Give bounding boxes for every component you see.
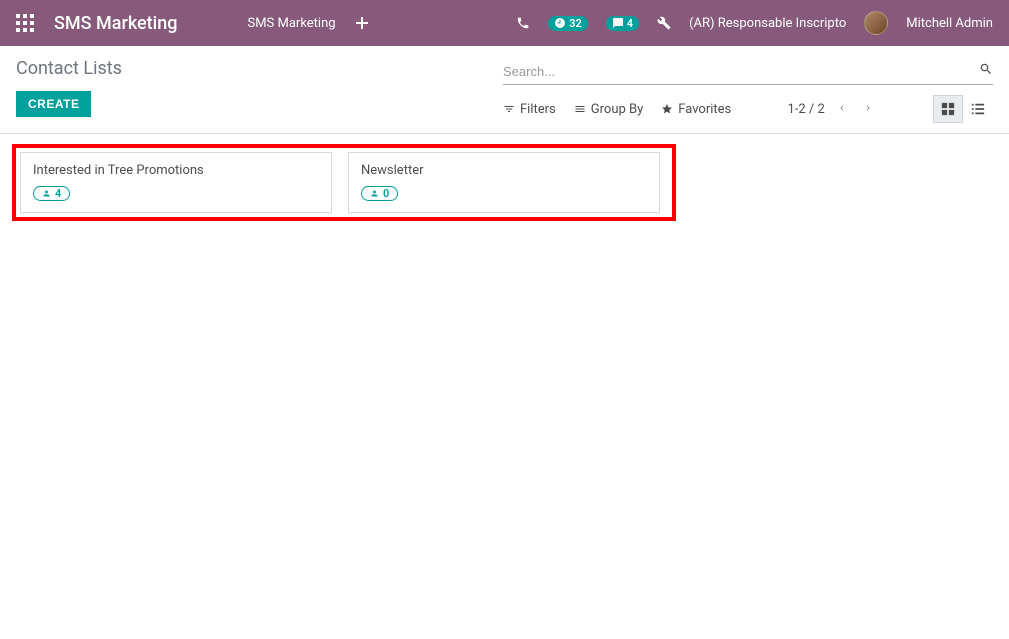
favorites-button[interactable]: Favorites [661,102,731,117]
filters-button[interactable]: Filters [503,102,556,117]
page-title: Contact Lists [16,58,122,79]
user-menu[interactable]: Mitchell Admin [906,16,993,31]
card-title: Interested in Tree Promotions [33,163,319,178]
company-selector[interactable]: (AR) Responsable Inscripto [689,16,846,31]
messages-badge[interactable]: 4 [606,16,639,31]
search-bar[interactable] [503,58,993,85]
contact-list-card[interactable]: Interested in Tree Promotions 4 [20,152,332,213]
contact-list-card[interactable]: Newsletter 0 [348,152,660,213]
card-title: Newsletter [361,163,647,178]
control-panel: Contact Lists CREATE Filters Group By [0,46,1009,134]
app-title[interactable]: SMS Marketing [54,13,177,34]
groupby-button[interactable]: Group By [574,102,644,117]
list-view-button[interactable] [963,95,993,123]
debug-icon[interactable] [657,16,671,30]
favorites-label: Favorites [678,102,731,117]
phone-icon[interactable] [516,16,530,30]
create-button[interactable]: CREATE [16,91,91,117]
pager-next-icon[interactable] [859,98,877,121]
kanban-view-button[interactable] [933,95,963,123]
pager-text[interactable]: 1-2 / 2 [787,102,824,117]
content-area: Interested in Tree Promotions 4 Newslett… [0,134,1009,231]
groupby-label: Group By [591,102,644,117]
new-menu-icon[interactable] [356,14,368,33]
contact-count: 0 [383,187,389,200]
contact-count: 4 [55,187,61,200]
activities-count: 32 [569,17,582,30]
highlight-annotation: Interested in Tree Promotions 4 Newslett… [12,144,676,221]
activities-badge[interactable]: 32 [548,16,588,31]
pager-prev-icon[interactable] [833,98,851,121]
filters-label: Filters [520,102,556,117]
contact-count-badge[interactable]: 4 [33,186,70,201]
avatar[interactable] [864,11,888,35]
topbar: SMS Marketing SMS Marketing 32 4 (AR) Re… [0,0,1009,46]
search-input[interactable] [503,64,979,79]
apps-icon[interactable] [16,14,34,32]
search-icon[interactable] [979,62,993,80]
topbar-right: 32 4 (AR) Responsable Inscripto Mitchell… [516,11,993,35]
menu-sms-marketing[interactable]: SMS Marketing [247,16,335,31]
contact-count-badge[interactable]: 0 [361,186,398,201]
messages-count: 4 [627,17,633,30]
